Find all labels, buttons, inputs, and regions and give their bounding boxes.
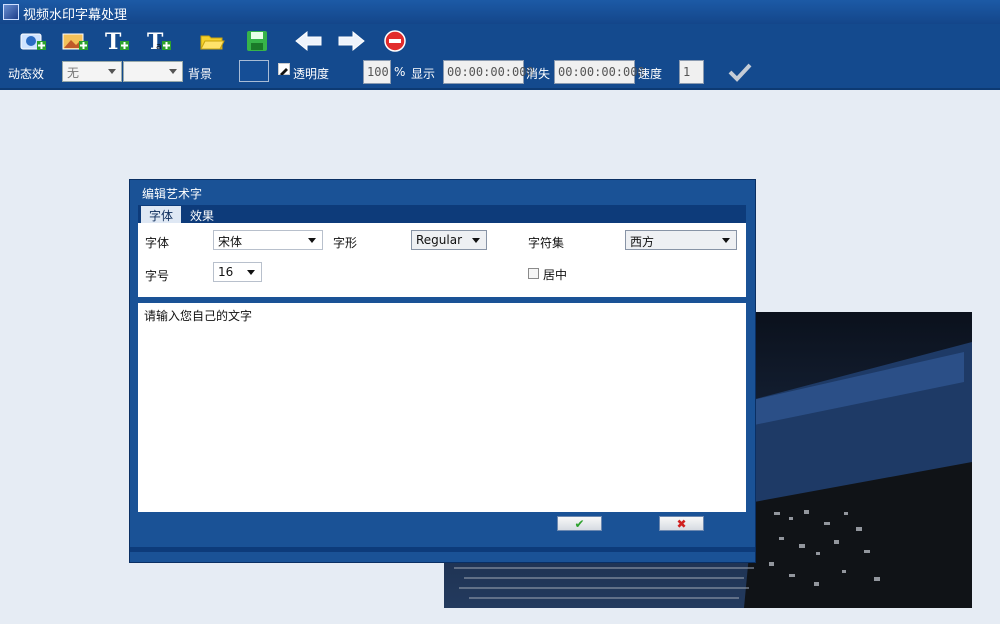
eyedropper-icon[interactable] bbox=[278, 63, 290, 76]
chevron-down-icon bbox=[308, 238, 316, 243]
art-text-icon: T a bbox=[147, 29, 171, 53]
video-watermark-icon bbox=[20, 33, 46, 50]
window-title: 视频水印字幕处理 bbox=[23, 8, 128, 23]
add-text-button[interactable]: T bbox=[102, 27, 132, 55]
chevron-down-icon bbox=[472, 238, 480, 243]
show-label: 显示 bbox=[411, 67, 436, 81]
font-size-value: 16 bbox=[218, 265, 234, 279]
properties-bar: 动态效 无 背景 透明度 100 % 显示 00:00:00:000 消失 00… bbox=[0, 58, 1000, 90]
apply-button[interactable] bbox=[728, 62, 752, 82]
font-label: 字体 bbox=[145, 236, 170, 250]
svg-text:a: a bbox=[156, 42, 162, 52]
background-label: 背景 bbox=[188, 67, 213, 81]
dialog-footer bbox=[130, 547, 755, 552]
size-label: 字号 bbox=[145, 269, 170, 283]
transparency-input[interactable]: 100 bbox=[363, 60, 391, 84]
tab-effect[interactable]: 效果 bbox=[182, 206, 222, 223]
charset-label: 字符集 bbox=[528, 236, 565, 250]
hide-time-input[interactable]: 00:00:00:000 bbox=[554, 60, 645, 84]
save-icon bbox=[247, 31, 267, 51]
font-style-select[interactable]: Regular bbox=[411, 230, 487, 250]
font-settings-panel: 字体 宋体 字形 Regular 字符集 西方 字号 16 居中 bbox=[138, 223, 746, 297]
effect-select-value: 无 bbox=[67, 66, 80, 80]
charset-select-value: 西方 bbox=[630, 235, 655, 249]
hide-label: 消失 bbox=[526, 67, 551, 81]
ok-checkmark-icon: ✔ bbox=[574, 516, 585, 531]
background-color-swatch[interactable] bbox=[239, 60, 269, 82]
dialog-tabs: 字体 效果 bbox=[138, 205, 746, 223]
speed-input[interactable]: 1 bbox=[679, 60, 704, 84]
text-icon: T bbox=[105, 29, 129, 53]
chevron-down-icon bbox=[169, 69, 177, 74]
folder-open-icon bbox=[200, 35, 225, 50]
center-label: 居中 bbox=[543, 268, 568, 282]
speed-label: 速度 bbox=[638, 67, 663, 81]
stop-button[interactable] bbox=[380, 27, 410, 55]
tab-font[interactable]: 字体 bbox=[141, 206, 182, 223]
title-bar: 视频水印字幕处理 bbox=[0, 0, 1000, 24]
font-style-value: Regular bbox=[416, 233, 463, 247]
checkmark-icon bbox=[728, 63, 752, 82]
text-input-area[interactable]: 请输入您自己的文字 bbox=[138, 303, 746, 512]
center-checkbox[interactable] bbox=[528, 268, 539, 279]
app-icon bbox=[3, 4, 19, 20]
font-select-value: 宋体 bbox=[218, 235, 243, 249]
image-watermark-icon bbox=[62, 33, 88, 50]
chevron-down-icon bbox=[247, 270, 255, 275]
back-button[interactable] bbox=[294, 27, 324, 55]
ok-button[interactable]: ✔ bbox=[557, 516, 602, 531]
text-content: 请输入您自己的文字 bbox=[144, 309, 253, 323]
effect-select[interactable]: 无 bbox=[62, 61, 122, 82]
font-size-select[interactable]: 16 bbox=[213, 262, 262, 282]
charset-select[interactable]: 西方 bbox=[625, 230, 737, 250]
add-image-watermark-button[interactable] bbox=[60, 27, 90, 55]
style-label: 字形 bbox=[333, 236, 358, 250]
effect-label: 动态效 bbox=[8, 67, 45, 81]
dialog-title: 编辑艺术字 bbox=[142, 187, 203, 201]
open-button[interactable] bbox=[197, 27, 227, 55]
svg-text:T: T bbox=[105, 29, 122, 53]
effect-direction-select[interactable] bbox=[123, 61, 183, 82]
cancel-x-icon: ✖ bbox=[676, 516, 687, 531]
stop-icon bbox=[384, 30, 406, 52]
arrow-right-icon bbox=[338, 30, 365, 52]
font-select[interactable]: 宋体 bbox=[213, 230, 323, 250]
add-video-watermark-button[interactable] bbox=[18, 27, 48, 55]
add-art-text-button[interactable]: T a bbox=[144, 27, 174, 55]
chevron-down-icon bbox=[722, 238, 730, 243]
arrow-left-icon bbox=[295, 30, 322, 52]
chevron-down-icon bbox=[108, 69, 116, 74]
forward-button[interactable] bbox=[336, 27, 366, 55]
toolbar: T T a bbox=[0, 24, 1000, 58]
show-time-input[interactable]: 00:00:00:000 bbox=[443, 60, 534, 84]
edit-art-text-dialog: 编辑艺术字 字体 效果 字体 宋体 字形 Regular 字符集 西方 字号 1… bbox=[129, 179, 756, 563]
save-button[interactable] bbox=[242, 27, 272, 55]
cancel-button[interactable]: ✖ bbox=[659, 516, 704, 531]
percent-label: % bbox=[394, 65, 406, 79]
transparency-label: 透明度 bbox=[293, 67, 330, 81]
